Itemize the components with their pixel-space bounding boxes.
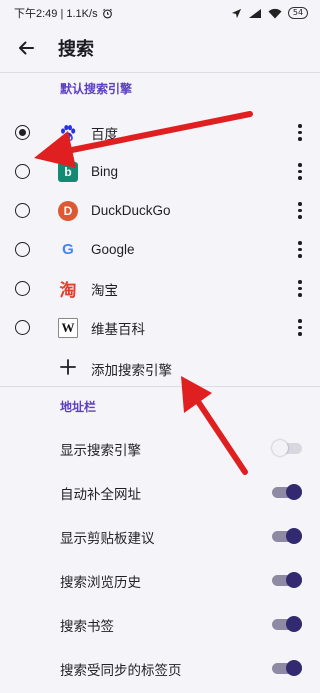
toggle-switch[interactable] [272,572,302,588]
setting-show-search-engines[interactable]: 显示搜索引擎 [0,429,320,467]
engine-row-duckduckgo[interactable]: D DuckDuckGo [0,191,320,230]
baidu-paw-icon: du [58,123,78,143]
more-options-icon[interactable] [292,316,308,340]
toggle-switch[interactable] [272,660,302,676]
engine-label: Bing [91,164,119,179]
duckduckgo-icon: D [58,200,78,221]
toggle-switch[interactable] [272,484,302,500]
page-title: 搜索 [58,39,94,59]
setting-label: 搜索浏览历史 [60,575,141,590]
add-search-engine-button[interactable]: 添加搜索引擎 [0,353,320,383]
setting-search-synced-tabs[interactable]: 搜索受同步的标签页 [0,649,320,687]
wikipedia-icon: W [58,317,78,338]
app-bar: 搜索 [0,26,320,70]
engine-row-baidu[interactable]: du 百度 [0,113,320,152]
setting-label: 搜索书签 [60,619,114,634]
more-options-icon[interactable] [292,121,308,145]
radio-unselected-icon[interactable] [15,320,30,335]
section-title-address-bar: 地址栏 [60,400,97,414]
status-left: 下午2:49 | 1.1K/s [14,5,113,21]
engine-row-bing[interactable]: b Bing [0,152,320,191]
more-options-icon[interactable] [292,277,308,301]
bing-icon: b [58,161,78,182]
more-options-icon[interactable] [292,160,308,184]
location-arrow-icon [231,8,242,18]
wifi-icon [268,8,282,18]
arrow-back-icon [19,41,34,55]
setting-search-history[interactable]: 搜索浏览历史 [0,561,320,599]
plus-icon [60,359,76,375]
back-button[interactable] [12,34,40,62]
engine-row-google[interactable]: G Google [0,230,320,269]
radio-unselected-icon[interactable] [15,242,30,257]
svg-text:du: du [64,135,72,141]
setting-label: 显示搜索引擎 [60,443,141,458]
engine-label: DuckDuckGo [91,203,171,218]
google-icon: G [62,241,74,258]
setting-label: 搜索受同步的标签页 [60,663,182,678]
setting-search-bookmarks[interactable]: 搜索书签 [0,605,320,643]
engine-row-taobao[interactable]: 淘 淘宝 [0,269,320,308]
add-search-engine-label: 添加搜索引擎 [91,363,172,378]
radio-selected-icon[interactable] [15,125,30,140]
engine-label: Google [91,242,135,257]
engine-label: 淘宝 [91,282,118,298]
status-bar: 下午2:49 | 1.1K/s 54 [0,0,320,26]
divider [0,386,320,387]
toggle-switch[interactable] [272,528,302,544]
toggle-switch[interactable] [272,440,302,456]
setting-label: 自动补全网址 [60,487,141,502]
status-time: 下午2:49 | 1.1K/s [14,8,98,20]
status-right: 54 [231,7,308,19]
radio-unselected-icon[interactable] [15,164,30,179]
radio-unselected-icon[interactable] [15,203,30,218]
divider [0,72,320,73]
more-options-icon[interactable] [292,199,308,223]
battery-icon: 54 [288,7,308,19]
setting-autocomplete-urls[interactable]: 自动补全网址 [0,473,320,511]
taobao-icon: 淘 [59,281,77,301]
setting-clipboard-suggestions[interactable]: 显示剪贴板建议 [0,517,320,555]
setting-label: 显示剪贴板建议 [60,531,155,546]
engine-row-wikipedia[interactable]: W 维基百科 [0,308,320,347]
engine-label: 维基百科 [91,321,145,337]
toggle-switch[interactable] [272,616,302,632]
engine-label: 百度 [91,126,118,142]
signal-icon [249,8,261,18]
radio-unselected-icon[interactable] [15,281,30,296]
alarm-icon [102,8,112,18]
section-title-default-engine: 默认搜索引擎 [60,82,133,96]
more-options-icon[interactable] [292,238,308,262]
